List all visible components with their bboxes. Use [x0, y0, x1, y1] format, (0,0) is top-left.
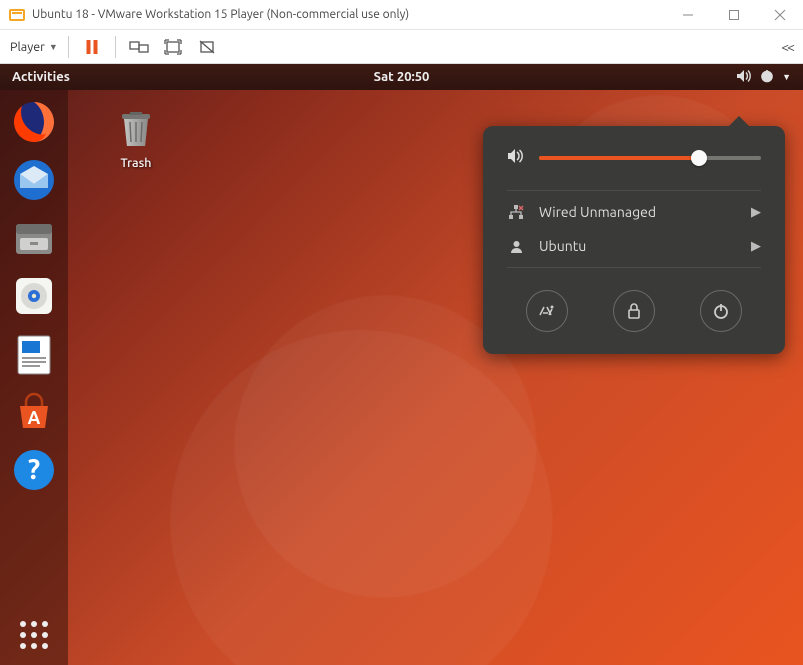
trash-icon [112, 104, 160, 152]
network-menu-item[interactable]: Wired Unmanaged ▶ [483, 195, 785, 229]
chevron-right-icon: ▶ [751, 239, 761, 254]
collapse-toolbar-button[interactable]: << [781, 39, 793, 55]
system-tray[interactable]: ▼ [736, 69, 791, 86]
power-icon [760, 69, 774, 86]
fullscreen-button[interactable] [160, 34, 186, 60]
player-menu-button[interactable]: Player ▼ [10, 40, 58, 54]
settings-button[interactable] [526, 290, 568, 332]
host-window-controls [665, 0, 803, 30]
network-label: Wired Unmanaged [539, 204, 737, 220]
ubuntu-software-launcher[interactable]: A [10, 388, 58, 436]
firefox-launcher[interactable] [10, 98, 58, 146]
host-window-titlebar: Ubuntu 18 - VMware Workstation 15 Player… [0, 0, 803, 30]
ethernet-disconnected-icon [507, 204, 525, 220]
files-launcher[interactable] [10, 214, 58, 262]
volume-icon [507, 148, 525, 168]
host-window-title: Ubuntu 18 - VMware Workstation 15 Player… [32, 8, 665, 21]
svg-text:A: A [28, 408, 41, 428]
menu-divider [507, 190, 761, 191]
trash-desktop-icon[interactable]: Trash [100, 104, 172, 170]
desktop[interactable]: A ? Trash [0, 90, 803, 665]
vmware-app-icon [8, 6, 26, 24]
volume-icon [736, 69, 752, 86]
trash-label: Trash [100, 156, 172, 170]
send-ctrl-alt-del-button[interactable] [126, 34, 152, 60]
toolbar-separator [68, 36, 69, 58]
volume-slider-thumb[interactable] [691, 150, 707, 166]
guest-viewport: Activities Sat 20:50 ▼ [0, 64, 803, 665]
system-menu-popover: Wired Unmanaged ▶ Ubuntu ▶ [483, 126, 785, 354]
minimize-button[interactable] [665, 0, 711, 30]
clock[interactable]: Sat 20:50 [374, 70, 430, 84]
chevron-right-icon: ▶ [751, 205, 761, 220]
volume-slider-fill [539, 156, 699, 160]
help-launcher[interactable]: ? [10, 446, 58, 494]
rhythmbox-launcher[interactable] [10, 272, 58, 320]
maximize-button[interactable] [711, 0, 757, 30]
user-menu-item[interactable]: Ubuntu ▶ [483, 229, 785, 263]
activities-button[interactable]: Activities [12, 70, 70, 84]
user-icon [507, 239, 525, 254]
player-menu-label: Player [10, 40, 45, 54]
menu-divider [507, 267, 761, 268]
user-label: Ubuntu [539, 238, 737, 254]
volume-slider[interactable] [539, 156, 761, 160]
lock-button[interactable] [613, 290, 655, 332]
volume-row [483, 144, 785, 186]
chevron-down-icon: ▼ [782, 72, 791, 82]
pause-vm-button[interactable] [79, 34, 105, 60]
close-button[interactable] [757, 0, 803, 30]
gnome-top-bar: Activities Sat 20:50 ▼ [0, 64, 803, 90]
vmware-toolbar: Player ▼ << [0, 30, 803, 64]
power-button[interactable] [700, 290, 742, 332]
unity-mode-button[interactable] [194, 34, 220, 60]
dock: A ? [0, 90, 68, 665]
show-applications-button[interactable] [18, 619, 50, 651]
thunderbird-launcher[interactable] [10, 156, 58, 204]
libreoffice-writer-launcher[interactable] [10, 330, 58, 378]
svg-text:?: ? [28, 454, 40, 485]
chevron-down-icon: ▼ [49, 42, 58, 52]
toolbar-separator [115, 36, 116, 58]
action-row [483, 272, 785, 332]
